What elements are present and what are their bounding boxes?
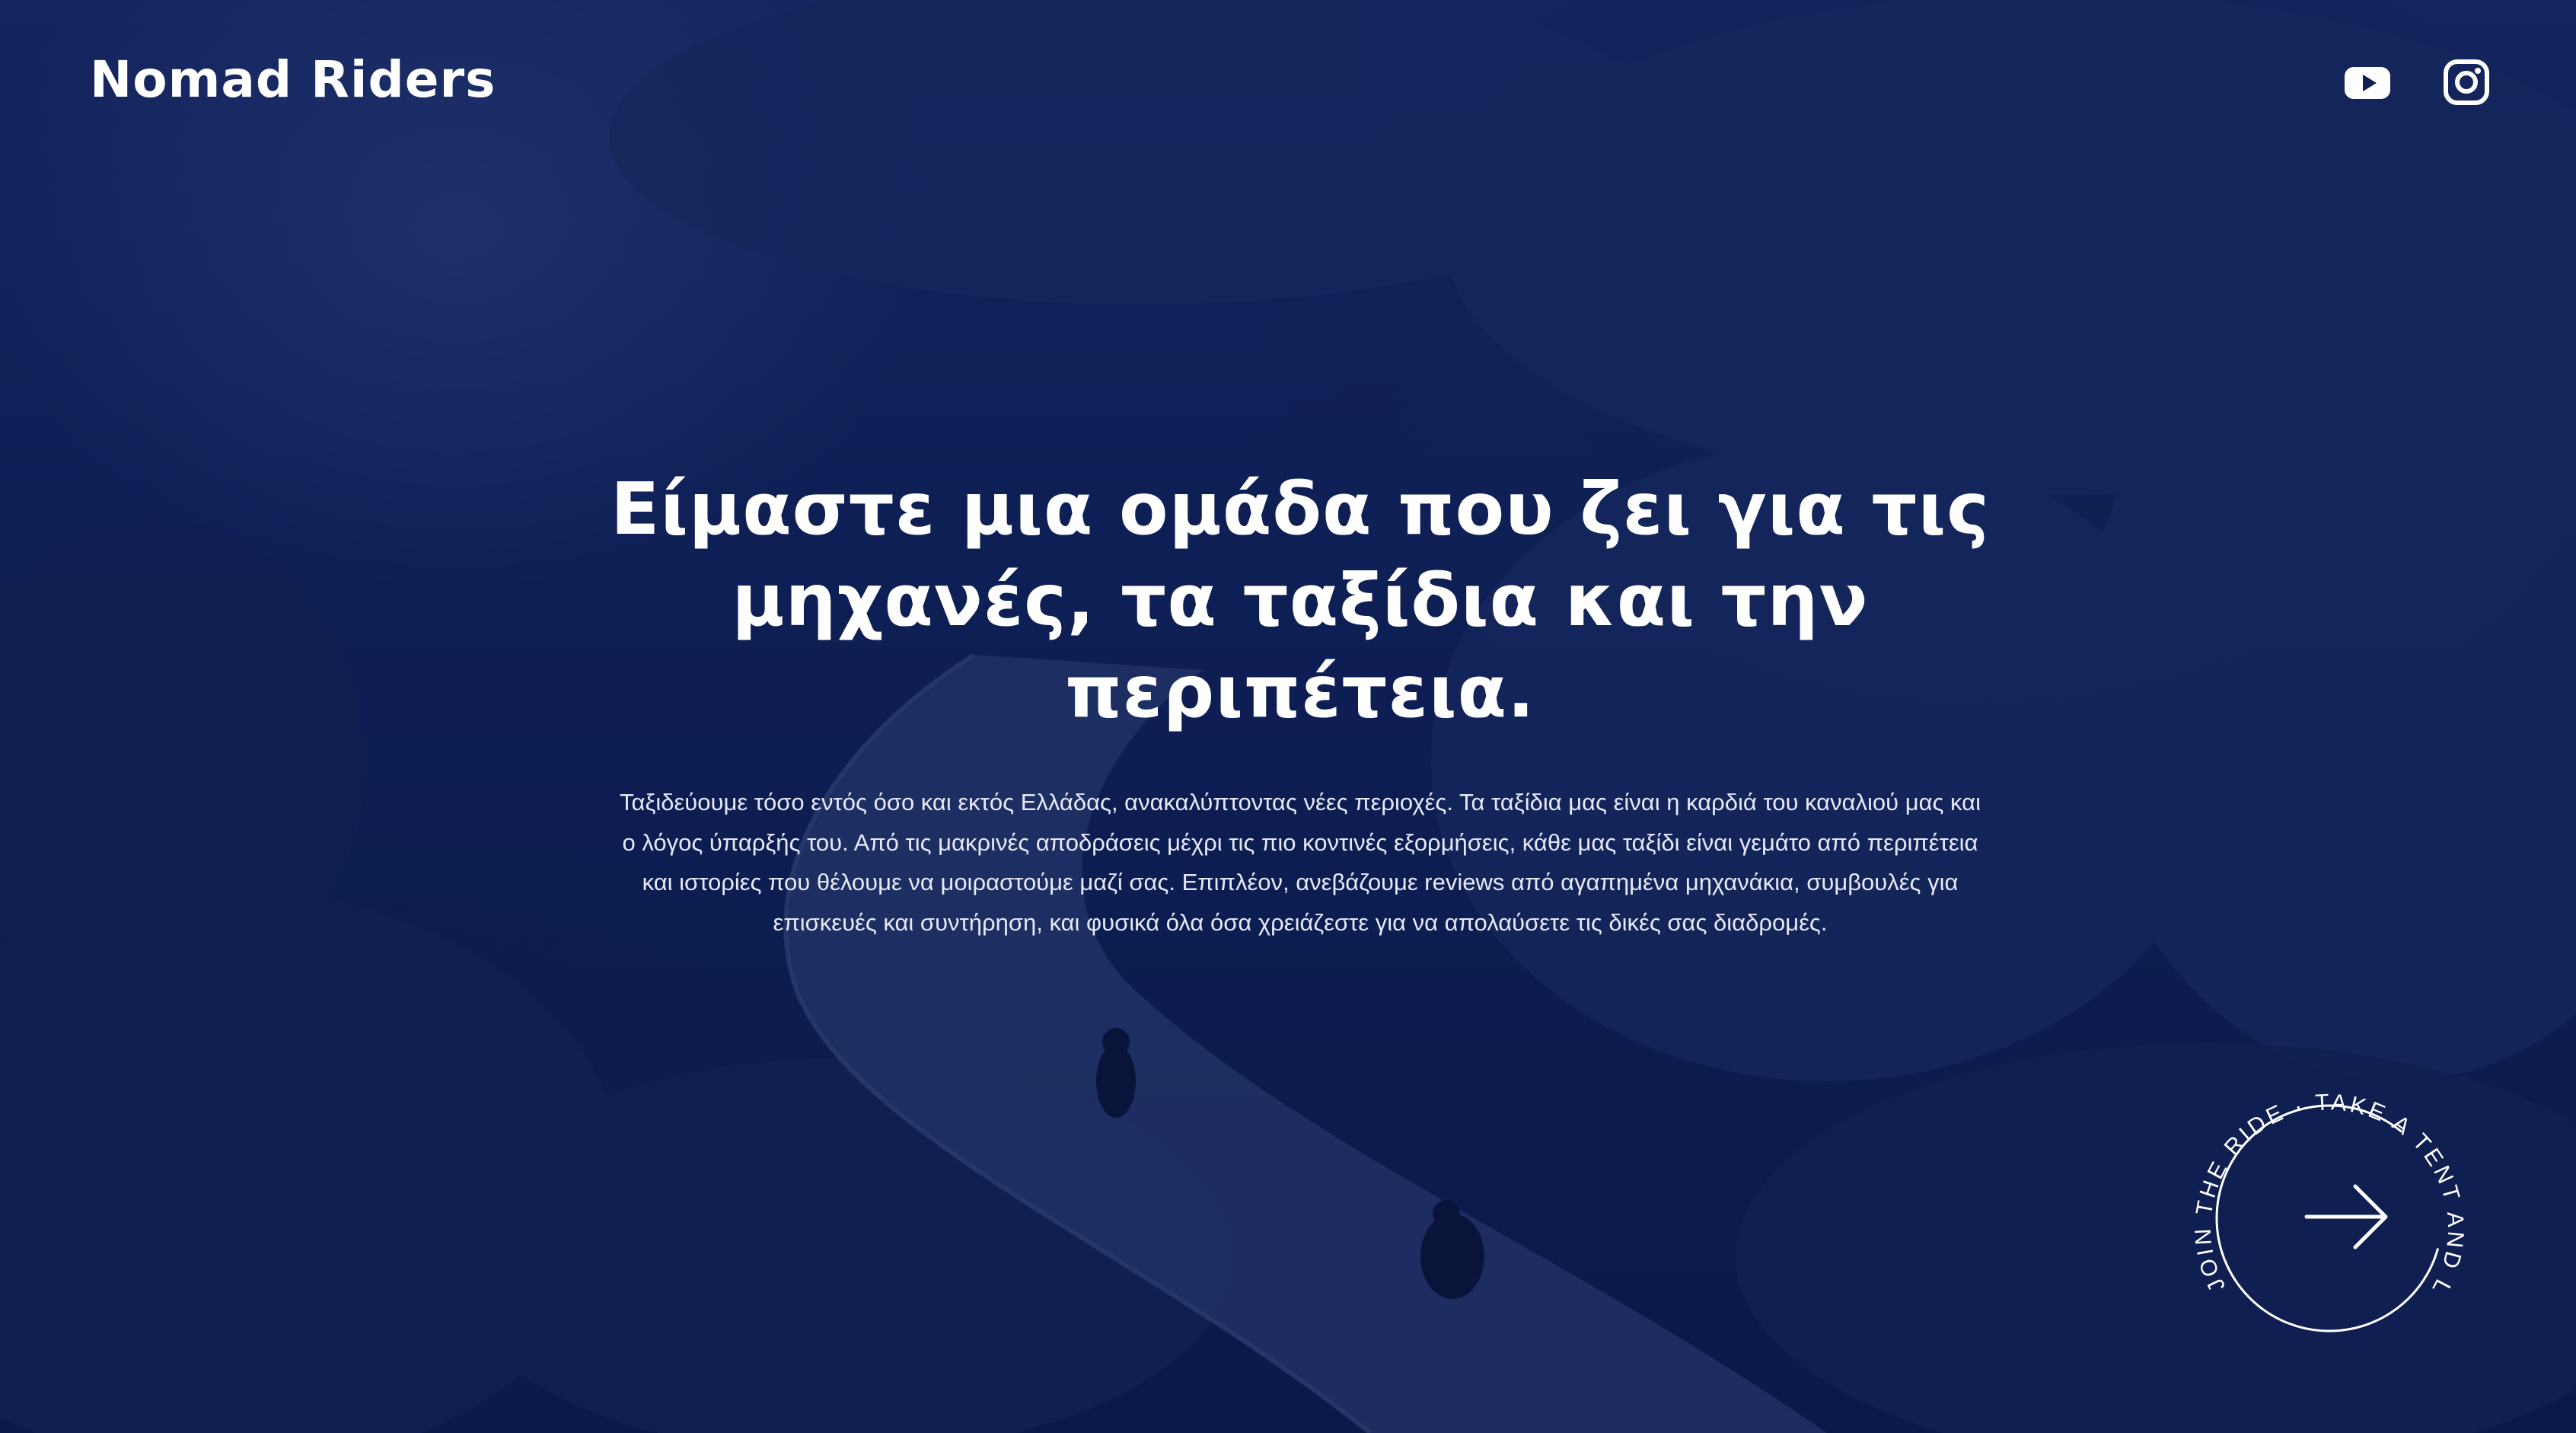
- hero-section: Είμαστε μια ομάδα που ζει για τις μηχανέ…: [601, 464, 1999, 943]
- hero-description: Ταξιδεύουμε τόσο εντός όσο και εκτός Ελλ…: [620, 789, 1981, 936]
- hero-title: Είμαστε μια ομάδα που ζει για τις μηχανέ…: [611, 468, 1990, 734]
- youtube-icon[interactable]: [2343, 58, 2392, 107]
- cta-circular-text: JOIN THE RIDE · TAKE A TENT AND LEAVE: [2170, 1058, 2468, 1301]
- cta-circular-text-path: JOIN THE RIDE · TAKE A TENT AND LEAVE: [2170, 1058, 2465, 1301]
- brand-logo[interactable]: Nomad Riders: [90, 50, 496, 109]
- join-the-ride-button[interactable]: JOIN THE RIDE · TAKE A TENT AND LEAVE: [2170, 1058, 2489, 1378]
- arrow-right-icon: [2304, 1184, 2388, 1249]
- instagram-icon[interactable]: [2442, 58, 2491, 107]
- social-links: [2343, 58, 2491, 107]
- hero-page: Nomad Riders Είμαστε μια ομάδα που ζει γ…: [0, 0, 2576, 1433]
